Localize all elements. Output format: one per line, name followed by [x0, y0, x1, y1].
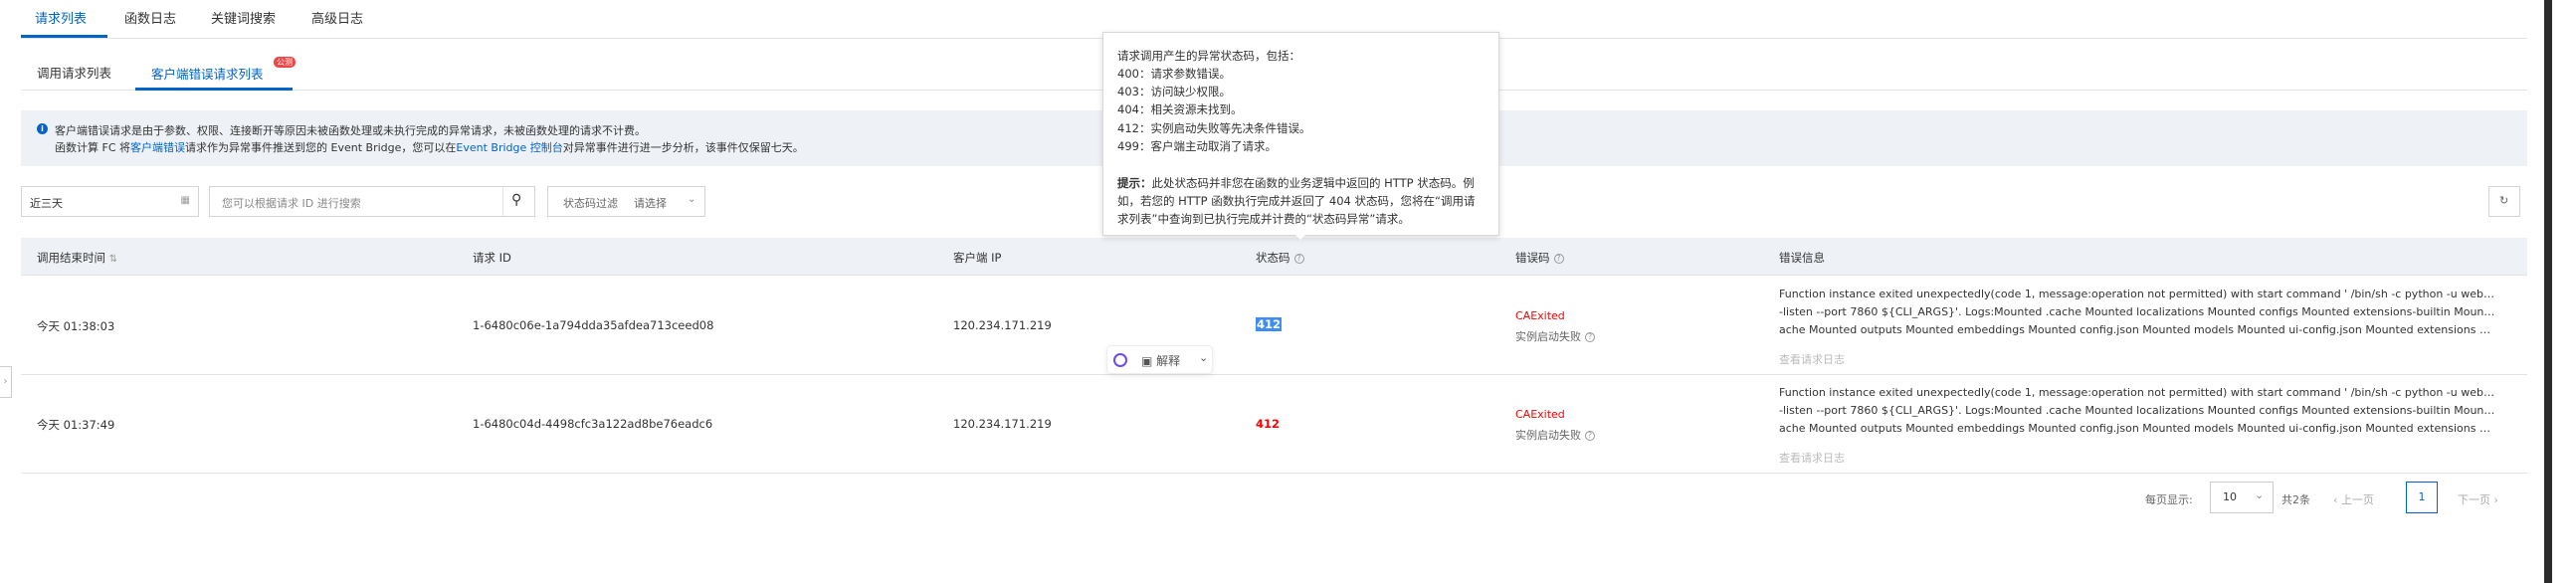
tooltip-line: 400：请求参数错误。 [1117, 67, 1231, 81]
per-page-label: 每页显示: [2145, 493, 2193, 506]
subtab-client-error-requests[interactable]: 客户端错误请求列表 [151, 64, 264, 83]
tooltip-tip-line: 求列表”中查询到已执行完成并计费的“状态码异常”请求。 [1117, 212, 1410, 226]
header-label: 调用结束时间 [37, 251, 105, 265]
error-desc-text: 实例启动失败 [1515, 429, 1581, 442]
status-code-tooltip: 请求调用产生的异常状态码，包括： 400：请求参数错误。 403：访问缺少权限。… [1102, 32, 1499, 236]
error-code-desc: 实例启动失败? [1515, 427, 1595, 443]
search-icon[interactable]: ⚲ [511, 192, 521, 208]
status-filter-label: 状态码过滤 [563, 197, 618, 210]
next-label: 下一页 [2458, 493, 2490, 506]
request-id: 1-6480c04d-4498cfc3a122ad8be76eadc6 [473, 417, 713, 431]
error-message-line: Function instance exited unexpectedly(co… [1779, 386, 2495, 399]
tooltip-tip-line: 提示：此处状态码并非您在函数的业务逻辑中返回的 HTTP 状态码。例 [1117, 175, 1475, 191]
column-header-client-ip: 客户端 IP [953, 251, 1002, 265]
tip-text: 此处状态码并非您在函数的业务逻辑中返回的 HTTP 状态码。例 [1151, 176, 1475, 190]
tooltip-line: 请求调用产生的异常状态码，包括： [1117, 49, 1300, 63]
chevron-down-icon[interactable]: ⌄ [1199, 351, 1208, 364]
tooltip-line: 404：相关资源未找到。 [1117, 102, 1243, 116]
tooltip-arrow [1295, 235, 1305, 240]
per-page-value: 10 [2223, 490, 2237, 503]
sort-icon[interactable]: ⇅ [109, 254, 117, 265]
status-filter-value: 请选择 [634, 197, 667, 210]
refresh-button[interactable]: ↻ [2488, 186, 2520, 217]
tooltip-line: 403：访问缺少权限。 [1117, 85, 1231, 98]
floating-explain-toolbar: ▣ 解释 ⌄ [1106, 345, 1213, 374]
explain-label: 解释 [1156, 354, 1181, 368]
tooltip-line: 499：客户端主动取消了请求。 [1117, 139, 1277, 153]
info-icon: i [37, 123, 48, 134]
error-code: CAExited [1515, 309, 1565, 322]
help-icon[interactable]: ? [1585, 431, 1595, 441]
client-ip: 120.234.171.219 [953, 417, 1052, 431]
chevron-down-icon: ⌄ [2255, 488, 2265, 501]
date-range-picker[interactable]: 近三天 ▦ [21, 186, 199, 217]
error-code: CAExited [1515, 408, 1565, 421]
client-error-link[interactable]: 客户端错误 [130, 141, 185, 154]
view-request-log-link[interactable]: 查看请求日志 [1779, 351, 1845, 367]
info-text: 函数计算 FC 将 [55, 141, 131, 154]
column-header-request-id: 请求 ID [473, 251, 511, 265]
help-icon[interactable]: ? [1293, 253, 1304, 264]
end-time: 今天 01:38:03 [37, 319, 115, 333]
tab-keyword-search[interactable]: 关键词搜索 [211, 8, 276, 27]
status-code: 412 [1256, 317, 1283, 331]
tooltip-tip-line: 如，若您的 HTTP 函数执行完成并返回了 404 状态码，您将在“调用请 [1117, 194, 1476, 208]
assistant-logo-icon[interactable] [1113, 353, 1127, 367]
error-message-line: ache Mounted outputs Mounted embeddings … [1779, 323, 2495, 336]
per-page-select[interactable]: 10 ⌄ [2210, 482, 2274, 513]
next-page-button[interactable]: 下一页 › [2458, 491, 2498, 507]
active-tab-indicator [21, 35, 107, 38]
tab-function-log[interactable]: 函数日志 [124, 8, 176, 27]
event-bridge-console-link[interactable]: Event Bridge 控制台 [456, 141, 562, 154]
column-header-end-time[interactable]: 调用结束时间 ⇅ [37, 250, 117, 266]
tab-request-list[interactable]: 请求列表 [35, 8, 87, 27]
help-icon[interactable]: ? [1585, 332, 1595, 342]
explain-button[interactable]: ▣ 解释 [1141, 352, 1180, 369]
error-message-line: -listen --port 7860 ${CLI_ARGS}'. Logs:M… [1779, 404, 2495, 417]
calendar-icon: ▦ [180, 195, 190, 206]
sidebar-expand-handle[interactable]: › [0, 366, 12, 398]
error-code-desc: 实例启动失败? [1515, 328, 1595, 344]
tip-label: 提示： [1117, 176, 1152, 190]
search-input[interactable]: 您可以根据请求 ID 进行搜索 [222, 195, 361, 211]
row-divider [21, 374, 2527, 375]
active-subtab-indicator [135, 88, 293, 91]
error-message-line: Function instance exited unexpectedly(co… [1779, 288, 2495, 300]
beta-badge: 公测 [274, 57, 296, 68]
prev-label: 上一页 [2340, 493, 2374, 506]
page-1-button[interactable]: 1 [2406, 482, 2438, 513]
row-divider [21, 473, 2527, 474]
error-message-line: -listen --port 7860 ${CLI_ARGS}'. Logs:M… [1779, 305, 2495, 318]
divider [502, 187, 503, 216]
date-range-value: 近三天 [30, 197, 63, 210]
subtab-invoke-requests[interactable]: 调用请求列表 [37, 63, 111, 82]
info-text: 对异常事件进行进一步分析，该事件仅保留七天。 [562, 141, 804, 154]
book-icon: ▣ [1141, 354, 1153, 368]
request-id-search[interactable]: 您可以根据请求 ID 进行搜索 ⚲ [209, 186, 535, 217]
info-line-1: 客户端错误请求是由于参数、权限、连接断开等原因未被函数处理或未执行完成的异常请求… [55, 124, 646, 137]
header-label: 错误码 [1515, 251, 1550, 265]
refresh-icon: ↻ [2499, 194, 2509, 207]
column-header-error-code: 错误码? [1515, 250, 1564, 266]
info-text: 请求作为异常事件推送到您的 Event Bridge，您可以在 [185, 141, 457, 154]
scrollbar[interactable] [2544, 0, 2552, 583]
column-header-error-info: 错误信息 [1779, 251, 1825, 265]
client-ip: 120.234.171.219 [953, 318, 1052, 332]
total-count: 共2条 [2281, 493, 2310, 506]
column-header-status-code: 状态码? [1256, 250, 1304, 266]
chevron-down-icon: ⌄ [688, 194, 696, 205]
status-code: 412 [1256, 417, 1281, 431]
tooltip-line: 412：实例启动失败等先决条件错误。 [1117, 121, 1311, 135]
tab-advanced-log[interactable]: 高级日志 [311, 8, 363, 27]
error-desc-text: 实例启动失败 [1515, 330, 1581, 343]
help-icon[interactable]: ? [1553, 253, 1564, 264]
prev-page-button[interactable]: ‹ 上一页 [2333, 491, 2374, 507]
info-line-2: 函数计算 FC 将客户端错误请求作为异常事件推送到您的 Event Bridge… [55, 139, 804, 155]
status-code-filter[interactable]: 状态码过滤 请选择 ⌄ [547, 186, 705, 217]
header-label: 状态码 [1256, 251, 1290, 265]
end-time: 今天 01:37:49 [37, 418, 115, 432]
error-message-line: ache Mounted outputs Mounted embeddings … [1779, 422, 2495, 435]
request-id: 1-6480c06e-1a794dda35afdea713ceed08 [473, 318, 714, 332]
view-request-log-link[interactable]: 查看请求日志 [1779, 450, 1845, 466]
